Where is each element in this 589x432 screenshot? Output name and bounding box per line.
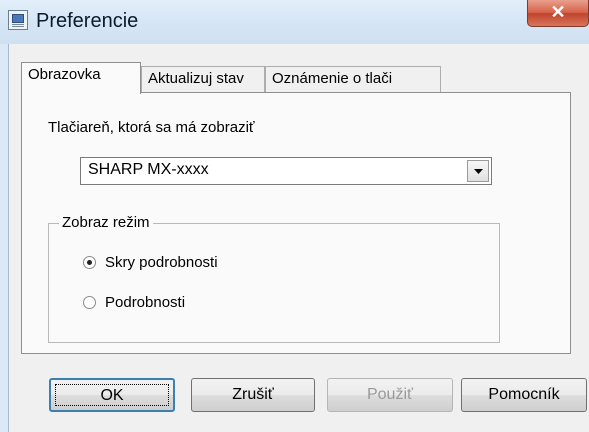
printer-label: Tlačiareň, ktorá sa má zobraziť xyxy=(48,119,255,136)
printer-select[interactable]: SHARP MX-xxxx xyxy=(80,157,492,185)
radio-button[interactable] xyxy=(83,296,96,309)
apply-button[interactable]: Použiť xyxy=(327,378,453,412)
close-icon: ✕ xyxy=(550,2,566,22)
tab-panel-obrazovka: Tlačiareň, ktorá sa má zobraziť SHARP MX… xyxy=(21,92,571,354)
help-button[interactable]: Pomocník xyxy=(461,378,587,412)
tab-aktualizuj-stav[interactable]: Aktualizuj stav xyxy=(141,66,265,92)
tab-oznamenie-o-tlaci[interactable]: Oznámenie o tlači xyxy=(265,66,441,92)
ok-button-label: OK xyxy=(55,384,169,406)
printer-preferences-icon xyxy=(8,10,28,30)
printer-select-value: SHARP MX-xxxx xyxy=(88,161,209,178)
dropdown-button[interactable] xyxy=(467,160,489,182)
close-button[interactable]: ✕ xyxy=(527,0,589,27)
window-title: Preferencie xyxy=(36,10,139,32)
dialog-body: Obrazovka Aktualizuj stav Oznámenie o tl… xyxy=(8,44,589,432)
radio-button-checked[interactable] xyxy=(83,256,96,269)
radio-label: Podrobnosti xyxy=(105,294,186,311)
display-mode-group-label: Zobraz režim xyxy=(59,214,153,231)
ok-button[interactable]: OK xyxy=(49,378,175,412)
display-mode-group: Zobraz režim Skry podrobnosti Podrobnost… xyxy=(48,214,500,343)
tab-obrazovka[interactable]: Obrazovka xyxy=(21,62,141,94)
cancel-button[interactable]: Zrušiť xyxy=(191,378,315,412)
chevron-down-icon xyxy=(474,169,483,174)
radio-label: Skry podrobnosti xyxy=(105,254,218,271)
title-bar[interactable]: Preferencie ✕ xyxy=(0,0,589,44)
